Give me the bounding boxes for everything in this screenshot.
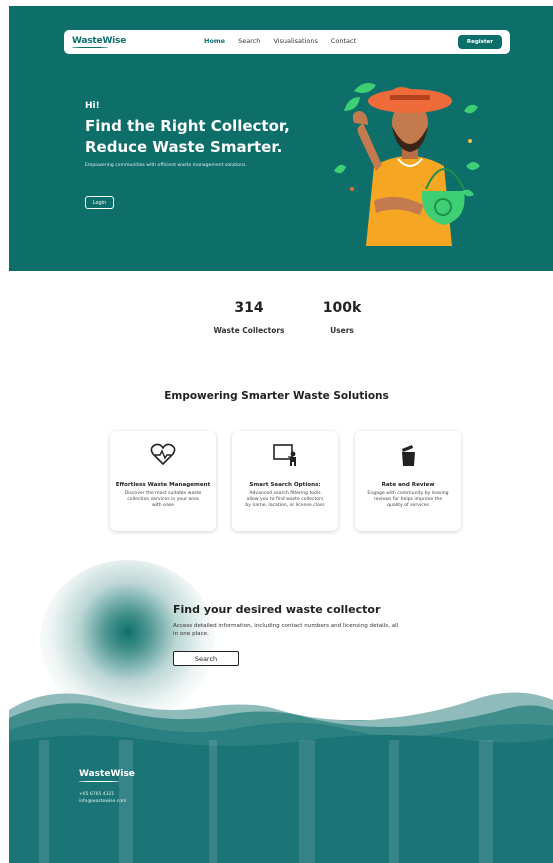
section-heading: Empowering Smarter Waste Solutions xyxy=(164,390,389,402)
nav-link-contact[interactable]: Contact xyxy=(331,37,356,45)
stat-collectors-label: Waste Collectors xyxy=(213,326,285,335)
footer-phone: +65 6765 4321 xyxy=(79,792,115,797)
stat-users: 100k Users xyxy=(312,300,372,335)
hero-greeting: Hi! xyxy=(85,101,100,111)
heart-pulse-icon xyxy=(110,443,216,467)
hero-illustration xyxy=(334,83,480,246)
nav-link-home[interactable]: Home xyxy=(204,37,225,45)
stat-collectors: 314 Waste Collectors xyxy=(205,300,293,335)
nav-links: Home Search Visualisations Contact xyxy=(204,37,356,45)
stat-users-value: 100k xyxy=(322,300,362,316)
site-logo[interactable]: WasteWise xyxy=(72,36,126,46)
footer-logo-swoosh xyxy=(79,780,119,782)
card-description: Discover the most suitable waste collect… xyxy=(124,491,202,509)
search-button[interactable]: Search xyxy=(173,651,239,666)
card-title: Effortless Waste Management xyxy=(115,482,211,488)
card-description: Advanced search filtering tools allow yo… xyxy=(245,491,325,509)
feature-card-review[interactable]: Rate and Review Engage with community by… xyxy=(355,431,461,531)
page: WasteWise Home Search Visualisations Con… xyxy=(0,0,553,863)
find-title: Find your desired waste collector xyxy=(173,603,381,616)
find-description: Access detailed information, including c… xyxy=(173,623,399,637)
navbar: WasteWise Home Search Visualisations Con… xyxy=(64,30,510,54)
footer-email[interactable]: info@wastewise.com xyxy=(79,799,126,804)
nav-link-visualisations[interactable]: Visualisations xyxy=(273,37,317,45)
card-title: Smart Search Options: xyxy=(249,482,321,488)
login-button[interactable]: Login xyxy=(85,196,114,209)
logo-swoosh xyxy=(72,46,108,48)
register-button[interactable]: Register xyxy=(457,35,502,49)
stat-collectors-value: 314 xyxy=(234,300,264,316)
hero-title-line2: Reduce Waste Smarter. xyxy=(85,138,283,156)
hero-subtitle: Empowering communities with efficient wa… xyxy=(85,163,247,168)
hero-section: WasteWise Home Search Visualisations Con… xyxy=(9,6,553,271)
card-title: Rate and Review xyxy=(381,482,435,488)
trash-bin-icon xyxy=(355,443,461,467)
footer-logo[interactable]: WasteWise xyxy=(79,769,135,779)
stat-users-label: Users xyxy=(330,326,354,335)
hero-title-line1: Find the Right Collector, xyxy=(85,117,290,135)
presentation-board-icon xyxy=(232,443,338,467)
card-description: Engage with community by leaving reviews… xyxy=(367,491,449,509)
footer: WasteWise +65 6765 4321 info@wastewise.c… xyxy=(9,680,553,863)
hero-title: Find the Right Collector, Reduce Waste S… xyxy=(85,116,325,158)
nav-link-search[interactable]: Search xyxy=(238,37,260,45)
feature-card-search[interactable]: Smart Search Options: Advanced search fi… xyxy=(232,431,338,531)
feature-card-management[interactable]: Effortless Waste Management Discover the… xyxy=(110,431,216,531)
